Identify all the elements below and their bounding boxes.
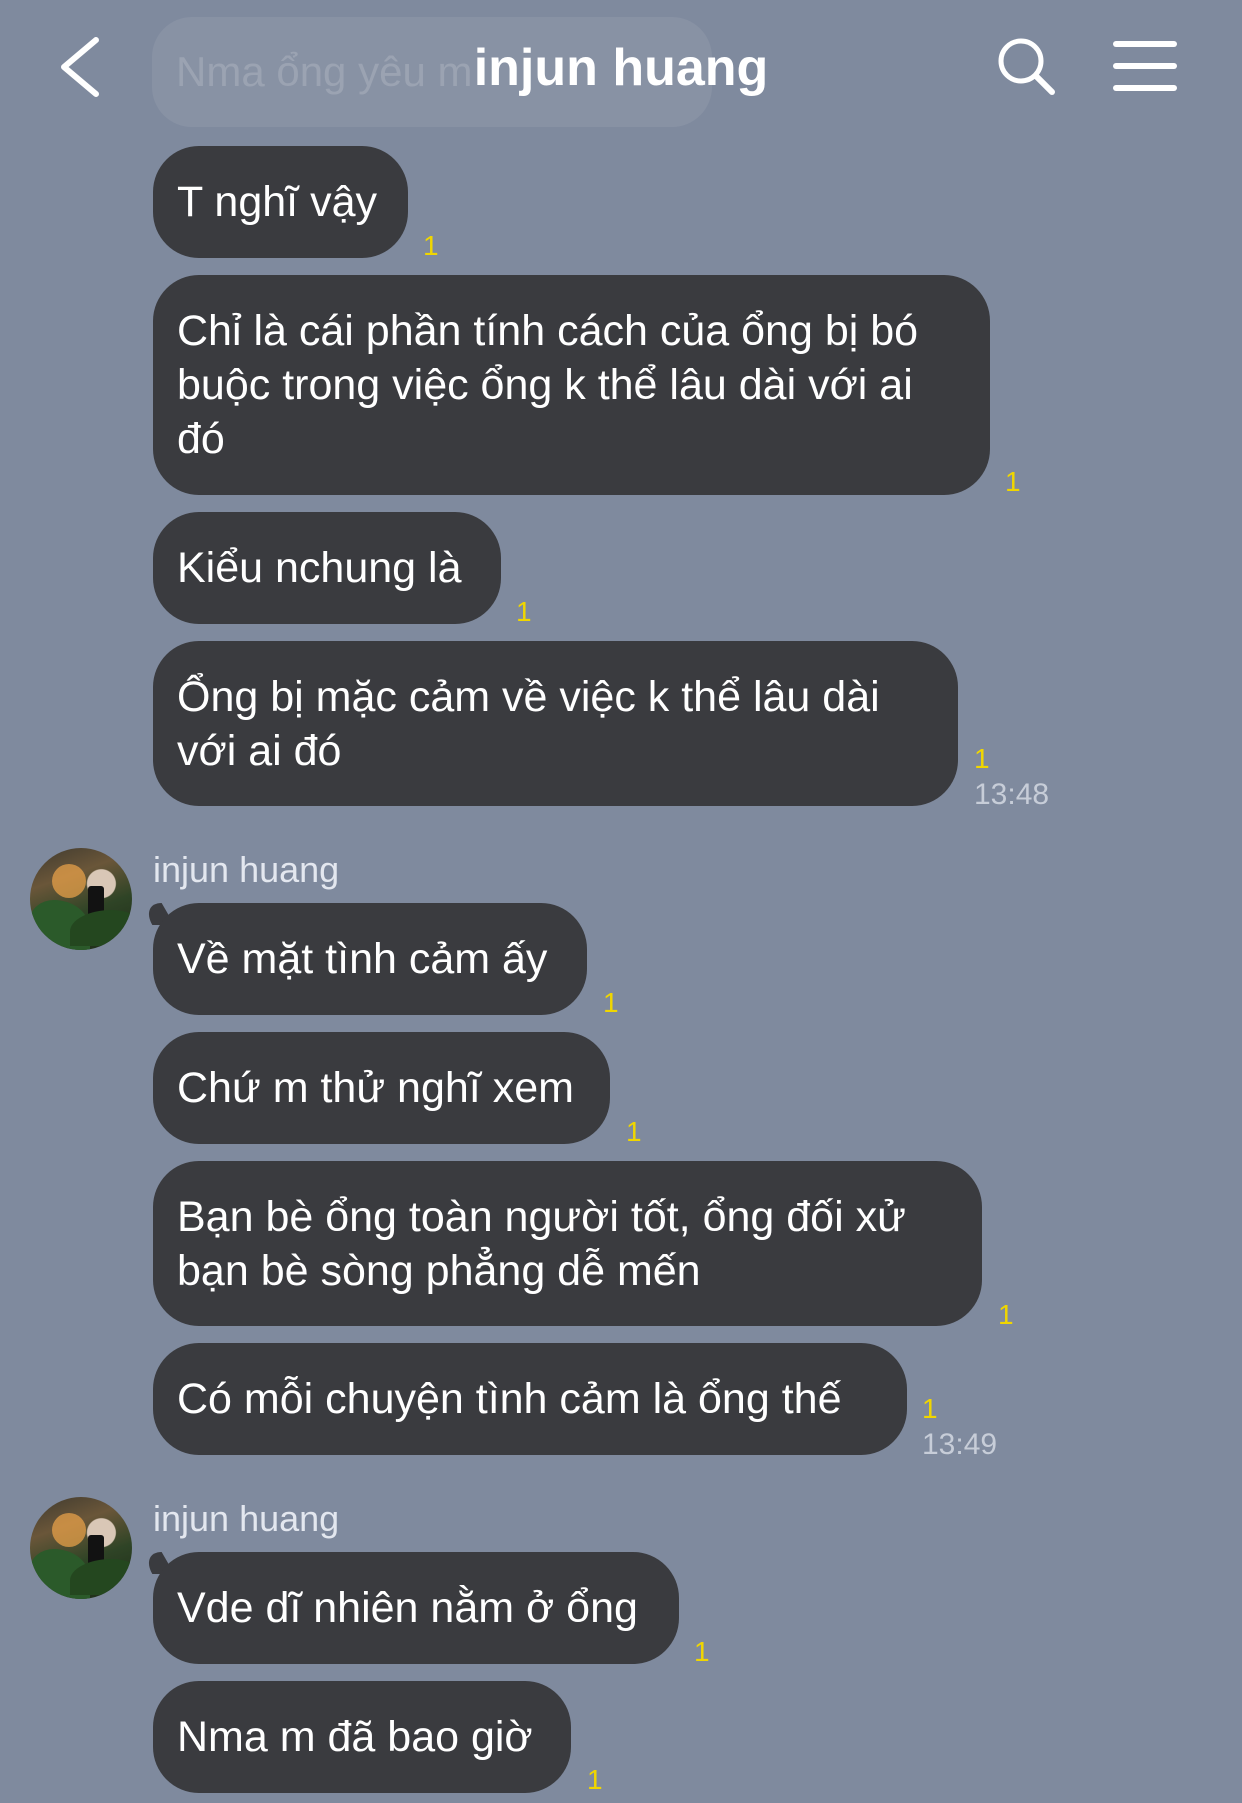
message-bubble[interactable]: Chỉ là cái phần tính cách của ổng bị bó … (153, 275, 990, 495)
message-text: Có mỗi chuyện tình cảm là ổng thế (177, 1375, 842, 1423)
message-text: Vde dĩ nhiên nằm ở ổng (177, 1584, 638, 1632)
read-count: 1 (694, 1636, 710, 1667)
message-bubble[interactable]: Nma m đã bao giờ (153, 1681, 571, 1793)
read-count: 1 (516, 596, 532, 627)
message-bubble[interactable]: Ổng bị mặc cảm về việc k thể lâu dài với… (153, 641, 958, 806)
chat-header: Nma ổng yêu m injun huang (0, 0, 1242, 135)
back-button[interactable] (52, 34, 112, 100)
message-bubble[interactable]: Chứ m thử nghĩ xem (153, 1032, 610, 1144)
menu-button[interactable] (1112, 38, 1178, 94)
message-text: Kiểu nchung là (177, 544, 462, 592)
search-button[interactable] (996, 36, 1056, 96)
message-text: T nghĩ vậy (177, 178, 377, 226)
sender-name: injun huang (153, 849, 340, 890)
read-count: 1 (603, 987, 619, 1018)
message-text: Về mặt tình cảm ấy (177, 935, 548, 983)
sender-name: injun huang (153, 1498, 340, 1539)
pinned-message-preview[interactable]: Nma ổng yêu m (152, 17, 712, 127)
message-timestamp: 13:48 (974, 778, 1050, 811)
message-bubble[interactable]: Kiểu nchung là (153, 512, 501, 624)
read-count: 1 (922, 1393, 938, 1424)
message-text: Ổng bị mặc cảm về việc k thể lâu dài với… (177, 672, 880, 775)
message-bubble[interactable]: T nghĩ vậy (153, 146, 408, 258)
message-bubble[interactable]: Vde dĩ nhiên nằm ở ổng (153, 1552, 679, 1664)
search-icon (998, 38, 1055, 95)
message-text: Nma m đã bao giờ (177, 1713, 533, 1761)
read-count: 1 (626, 1116, 642, 1147)
chevron-left-icon (61, 37, 99, 97)
read-count: 1 (1005, 466, 1021, 497)
message-text: Chỉ là cái phần tính cách của ổng bị bó … (177, 307, 919, 463)
message-timestamp: 13:49 (922, 1428, 998, 1461)
message-text: Chứ m thử nghĩ xem (177, 1064, 574, 1112)
chat-screen: Nma ổng yêu m injun huang T nghĩ vậy 1 C (0, 0, 1242, 1803)
message-bubble[interactable]: Bạn bè ổng toàn người tốt, ổng đối xử bạ… (153, 1161, 982, 1326)
avatar[interactable] (30, 1497, 132, 1599)
read-count: 1 (974, 743, 990, 774)
menu-icon (1113, 41, 1177, 91)
read-count: 1 (587, 1764, 603, 1795)
message-bubble[interactable]: Về mặt tình cảm ấy (153, 903, 587, 1015)
message-text: Bạn bè ổng toàn người tốt, ổng đối xử bạ… (177, 1192, 906, 1295)
read-count: 1 (998, 1299, 1014, 1330)
avatar[interactable] (30, 848, 132, 950)
read-count: 1 (423, 230, 439, 261)
message-bubble[interactable]: Có mỗi chuyện tình cảm là ổng thế (153, 1343, 907, 1455)
